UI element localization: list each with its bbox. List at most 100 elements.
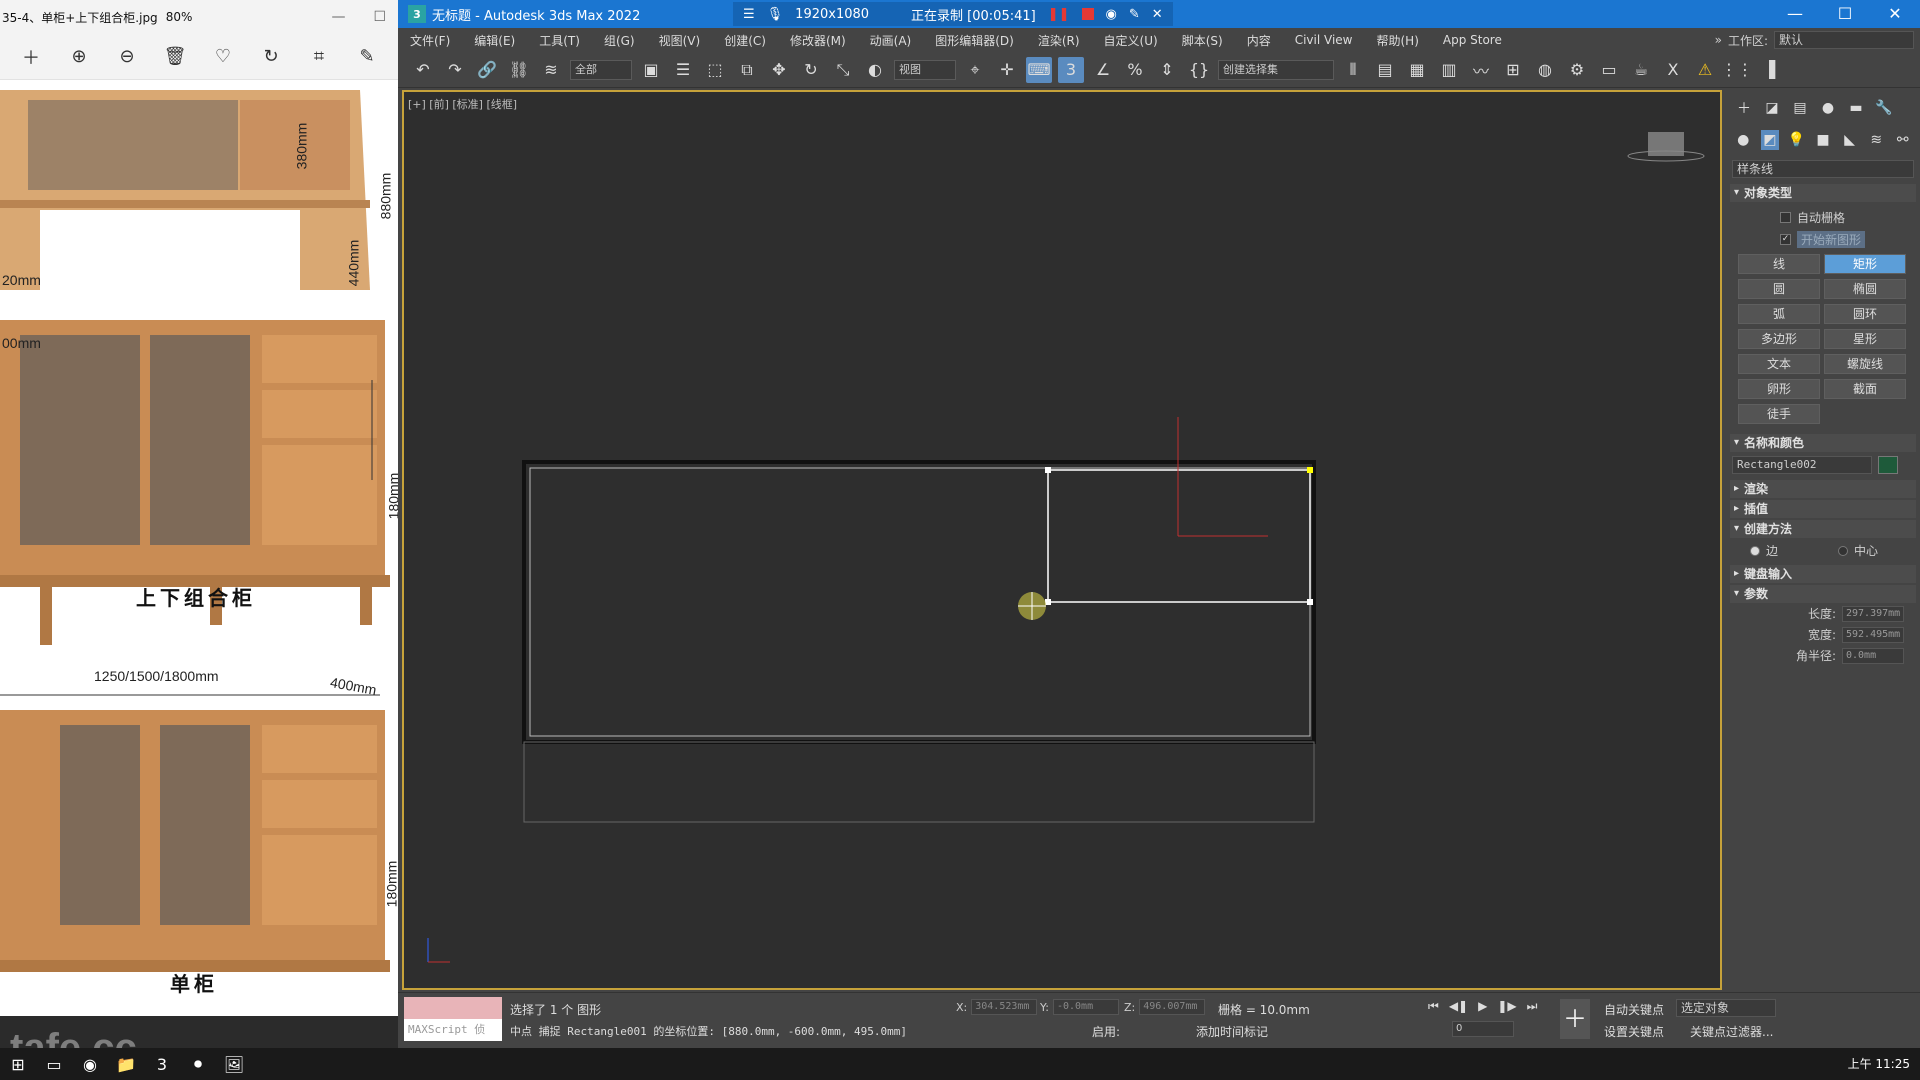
recorder-task-icon[interactable]: ⏺	[180, 1048, 216, 1080]
pen-icon[interactable]: ✎	[1129, 7, 1140, 22]
rollout-header[interactable]: 创建方法	[1730, 520, 1916, 538]
length-spinner[interactable]: 297.397mm	[1842, 605, 1904, 622]
ngon-button[interactable]: 多边形	[1738, 329, 1820, 349]
maxscript-listener[interactable]: MAXScript 侦	[404, 997, 502, 1043]
display-tab-icon[interactable]: ▬	[1846, 98, 1866, 118]
close-recording-icon[interactable]: ✕	[1152, 7, 1163, 22]
minimize-icon[interactable]: —	[331, 9, 345, 25]
hierarchy-tab-icon[interactable]: ▤	[1790, 98, 1810, 118]
expand-icon[interactable]: »	[1715, 33, 1722, 47]
current-frame-field[interactable]: 0	[1452, 1021, 1514, 1037]
pause-icon[interactable]: ❚❚	[1048, 7, 1070, 22]
keyboard-shortcut-icon[interactable]: ⌨	[1026, 56, 1052, 83]
x-icon[interactable]: X	[1660, 57, 1686, 83]
render-frame-icon[interactable]: ▭	[1596, 57, 1622, 83]
object-name-field[interactable]: Rectangle002	[1732, 456, 1872, 474]
link-icon[interactable]: 🔗	[474, 57, 500, 83]
systems-icon[interactable]: ⚯	[1893, 130, 1912, 150]
menu-create[interactable]: 创建(C)	[712, 32, 778, 49]
center-radio[interactable]: 中心	[1838, 542, 1878, 559]
start-new-shape-checkbox[interactable]: ✓ 开始新图形	[1736, 228, 1910, 250]
auto-key-button[interactable]: 自动关键点	[1604, 1001, 1664, 1018]
heart-icon[interactable]: ♡	[212, 46, 234, 68]
menu-scripting[interactable]: 脚本(S)	[1170, 32, 1235, 49]
rollout-rendering[interactable]: 渲染	[1730, 480, 1916, 498]
spacewarps-icon[interactable]: ≋	[1867, 130, 1886, 150]
reference-coord-dropdown[interactable]: 视图	[894, 59, 956, 80]
lights-icon[interactable]: 💡	[1787, 130, 1806, 150]
snap-toggle-icon[interactable]: 3	[1058, 56, 1084, 83]
file-explorer-icon[interactable]: 📁	[108, 1048, 144, 1080]
task-view-icon[interactable]: ▭	[36, 1048, 72, 1080]
crop-icon[interactable]: ⌗	[308, 46, 330, 68]
curve-editor-icon[interactable]: 〰	[1468, 57, 1494, 83]
windows-start-icon[interactable]: ⊞	[0, 1048, 36, 1080]
menu-civil-view[interactable]: Civil View	[1283, 33, 1365, 47]
move-icon[interactable]: ✥	[766, 57, 792, 83]
cameras-icon[interactable]: ■	[1814, 130, 1833, 150]
edge-radio[interactable]: 边	[1750, 542, 1778, 559]
geometry-icon[interactable]: ●	[1734, 130, 1753, 150]
pivot-icon[interactable]: ⌖	[962, 57, 988, 83]
bind-space-warp-icon[interactable]: ≋	[538, 57, 564, 83]
delete-icon[interactable]: 🗑	[164, 46, 187, 68]
unlink-icon[interactable]: ⛓	[506, 57, 532, 83]
prev-frame-icon[interactable]: ◀❚	[1449, 999, 1468, 1014]
line-button[interactable]: 线	[1738, 254, 1820, 274]
rotate-icon[interactable]: ↻	[798, 57, 824, 83]
menu-modifiers[interactable]: 修改器(M)	[778, 32, 858, 49]
maximize-icon[interactable]: ☐	[373, 9, 386, 25]
render-icon[interactable]: ☕	[1628, 57, 1654, 83]
create-tab-icon[interactable]: ＋	[1734, 98, 1754, 118]
mic-icon[interactable]: 🎙	[767, 7, 784, 22]
section-button[interactable]: 截面	[1824, 379, 1906, 399]
grid-icon[interactable]: ⋮⋮	[1721, 57, 1753, 83]
z-field[interactable]: 496.007mm	[1139, 999, 1206, 1015]
menu-edit[interactable]: 编辑(E)	[462, 32, 527, 49]
menu-view[interactable]: 视图(V)	[647, 32, 713, 49]
stop-icon[interactable]	[1081, 8, 1094, 20]
ellipse-button[interactable]: 椭圆	[1824, 279, 1906, 299]
close-icon[interactable]: ✕	[1870, 0, 1920, 28]
select-object-icon[interactable]: ▣	[638, 57, 664, 83]
menu-app-store[interactable]: App Store	[1431, 33, 1514, 47]
egg-button[interactable]: 卵形	[1738, 379, 1820, 399]
key-filters-button[interactable]: 关键点过滤器...	[1690, 1023, 1773, 1040]
mirror-icon[interactable]: ⫴	[1340, 57, 1366, 83]
manipulate-icon[interactable]: ✛	[994, 57, 1020, 83]
rollout-header[interactable]: 名称和颜色	[1730, 434, 1916, 452]
x-field[interactable]: 304.523mm	[971, 999, 1038, 1015]
donut-button[interactable]: 圆环	[1824, 304, 1906, 324]
width-spinner[interactable]: 592.495mm	[1842, 626, 1904, 643]
redo-icon[interactable]: ↷	[442, 57, 468, 83]
align-icon[interactable]: ▤	[1372, 57, 1398, 83]
selected-objects-dropdown[interactable]: 选定对象	[1676, 999, 1776, 1017]
freehand-button[interactable]: 徒手	[1738, 404, 1820, 424]
named-selection-icon[interactable]: {}	[1186, 57, 1212, 83]
circle-button[interactable]: 圆	[1738, 279, 1820, 299]
toggle-ribbon-icon[interactable]: ▥	[1436, 57, 1462, 83]
star-button[interactable]: 星形	[1824, 329, 1906, 349]
object-color-swatch[interactable]	[1878, 456, 1898, 474]
menu-graph-editors[interactable]: 图形编辑器(D)	[923, 32, 1026, 49]
layer-explorer-icon[interactable]: ▦	[1404, 57, 1430, 83]
named-selection-dropdown[interactable]: 创建选择集	[1218, 59, 1334, 80]
zoom-in-icon[interactable]: ⊕	[68, 46, 90, 68]
rollout-header[interactable]: 参数	[1730, 585, 1916, 603]
spinner-snap-icon[interactable]: ⇕	[1154, 57, 1180, 83]
browser-icon[interactable]: ◉	[72, 1048, 108, 1080]
add-icon[interactable]: ＋	[20, 46, 42, 69]
menu-icon[interactable]: ☰	[743, 7, 755, 22]
select-by-name-icon[interactable]: ☰	[670, 57, 696, 83]
helpers-icon[interactable]: ◣	[1840, 130, 1859, 150]
material-editor-icon[interactable]: ◍	[1532, 57, 1558, 83]
go-to-end-icon[interactable]: ⏭	[1527, 999, 1538, 1014]
window-crossing-icon[interactable]: ⧉	[734, 57, 760, 83]
rotate-icon[interactable]: ↻	[260, 46, 282, 68]
rectangle-button[interactable]: 矩形	[1824, 254, 1906, 274]
add-time-tag[interactable]: 添加时间标记	[1196, 1023, 1268, 1040]
camera-icon[interactable]: ◉	[1106, 7, 1117, 22]
category-dropdown[interactable]: 样条线	[1732, 160, 1914, 178]
menu-rendering[interactable]: 渲染(R)	[1026, 32, 1092, 49]
scale-icon[interactable]: ⤡	[830, 57, 856, 83]
